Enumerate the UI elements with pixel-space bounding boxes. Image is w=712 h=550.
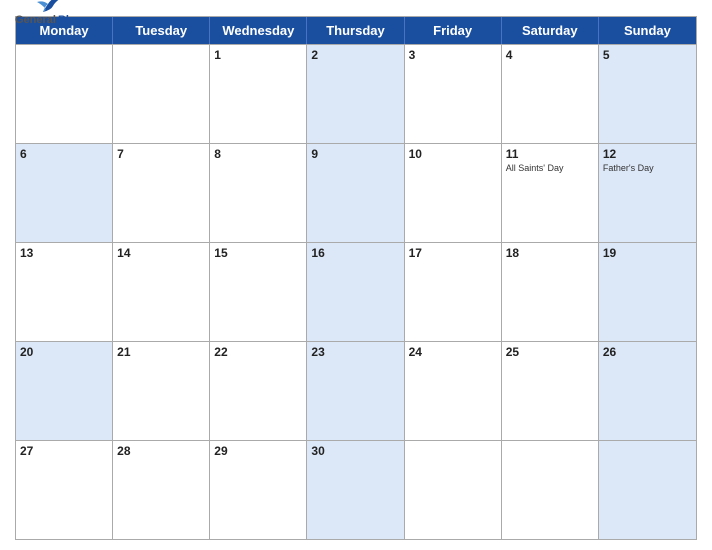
day-number: 23 — [311, 345, 399, 359]
day-number: 12 — [603, 147, 692, 161]
day-cell: 25 — [502, 342, 599, 440]
day-number: 6 — [20, 147, 108, 161]
weekday-headers: MondayTuesdayWednesdayThursdayFridaySatu… — [16, 17, 696, 44]
day-cell: 12 Father's Day — [599, 144, 696, 242]
calendar-grid: MondayTuesdayWednesdayThursdayFridaySatu… — [15, 16, 697, 540]
weekday-header-saturday: Saturday — [502, 17, 599, 44]
day-cell: 5 — [599, 45, 696, 143]
day-cell: 0 — [502, 441, 599, 539]
day-number: 13 — [20, 246, 108, 260]
day-cell: 4 — [502, 45, 599, 143]
calendar-page: General Blue MondayTuesdayWednesdayThurs… — [0, 0, 712, 550]
day-cell: 14 — [113, 243, 210, 341]
day-number: 30 — [311, 444, 399, 458]
day-number: 26 — [603, 345, 692, 359]
day-number: 1 — [214, 48, 302, 62]
week-row-3: 20 21 22 23 24 25 26 — [16, 341, 696, 440]
day-number: 0 — [117, 48, 205, 62]
logo-blue-text: Blue — [58, 14, 82, 26]
day-cell: 7 — [113, 144, 210, 242]
day-number: 19 — [603, 246, 692, 260]
day-number: 15 — [214, 246, 302, 260]
day-cell: 10 — [405, 144, 502, 242]
day-cell: 18 — [502, 243, 599, 341]
weekday-header-tuesday: Tuesday — [113, 17, 210, 44]
day-number: 24 — [409, 345, 497, 359]
day-cell: 11 All Saints' Day — [502, 144, 599, 242]
day-cell: 26 — [599, 342, 696, 440]
day-number: 22 — [214, 345, 302, 359]
day-cell: 19 — [599, 243, 696, 341]
day-cell: 29 — [210, 441, 307, 539]
day-number: 3 — [409, 48, 497, 62]
weekday-header-wednesday: Wednesday — [210, 17, 307, 44]
day-number: 0 — [409, 444, 497, 458]
day-cell: 9 — [307, 144, 404, 242]
holiday-name: Father's Day — [603, 163, 692, 174]
day-number: 9 — [311, 147, 399, 161]
day-cell: 24 — [405, 342, 502, 440]
weeks-container: 001234567891011All Saints' Day12Father's… — [16, 44, 696, 539]
day-cell: 1 — [210, 45, 307, 143]
day-number: 5 — [603, 48, 692, 62]
day-cell: 22 — [210, 342, 307, 440]
day-number: 16 — [311, 246, 399, 260]
weekday-header-friday: Friday — [405, 17, 502, 44]
day-number: 29 — [214, 444, 302, 458]
day-cell: 8 — [210, 144, 307, 242]
day-cell: 6 — [16, 144, 113, 242]
logo: General Blue — [15, 0, 82, 26]
day-number: 28 — [117, 444, 205, 458]
day-cell: 27 — [16, 441, 113, 539]
day-cell: 16 — [307, 243, 404, 341]
day-number: 20 — [20, 345, 108, 359]
week-row-4: 27282930000 — [16, 440, 696, 539]
day-cell: 17 — [405, 243, 502, 341]
day-cell: 28 — [113, 441, 210, 539]
day-cell: 21 — [113, 342, 210, 440]
week-row-2: 13 14 15 16 17 18 19 — [16, 242, 696, 341]
day-number: 14 — [117, 246, 205, 260]
day-number: 17 — [409, 246, 497, 260]
day-number: 4 — [506, 48, 594, 62]
day-number: 11 — [506, 147, 594, 161]
day-number: 8 — [214, 147, 302, 161]
logo-bird-icon — [33, 0, 63, 14]
day-cell: 0 — [113, 45, 210, 143]
logo-general-text: General — [15, 14, 56, 26]
day-cell: 0 — [599, 441, 696, 539]
weekday-header-sunday: Sunday — [599, 17, 696, 44]
day-cell: 20 — [16, 342, 113, 440]
week-row-0: 0012345 — [16, 44, 696, 143]
day-number: 27 — [20, 444, 108, 458]
day-cell: 3 — [405, 45, 502, 143]
day-number: 0 — [20, 48, 108, 62]
day-number: 10 — [409, 147, 497, 161]
day-number: 21 — [117, 345, 205, 359]
day-cell: 30 — [307, 441, 404, 539]
day-cell: 2 — [307, 45, 404, 143]
weekday-header-thursday: Thursday — [307, 17, 404, 44]
day-cell: 13 — [16, 243, 113, 341]
day-number: 2 — [311, 48, 399, 62]
holiday-name: All Saints' Day — [506, 163, 594, 174]
day-cell: 0 — [405, 441, 502, 539]
day-number: 0 — [603, 444, 692, 458]
day-cell: 15 — [210, 243, 307, 341]
day-number: 25 — [506, 345, 594, 359]
week-row-1: 6789 10 11 All Saints' Day 12 Father's Day — [16, 143, 696, 242]
day-number: 0 — [506, 444, 594, 458]
day-number: 18 — [506, 246, 594, 260]
day-cell: 0 — [16, 45, 113, 143]
day-cell: 23 — [307, 342, 404, 440]
day-number: 7 — [117, 147, 205, 161]
